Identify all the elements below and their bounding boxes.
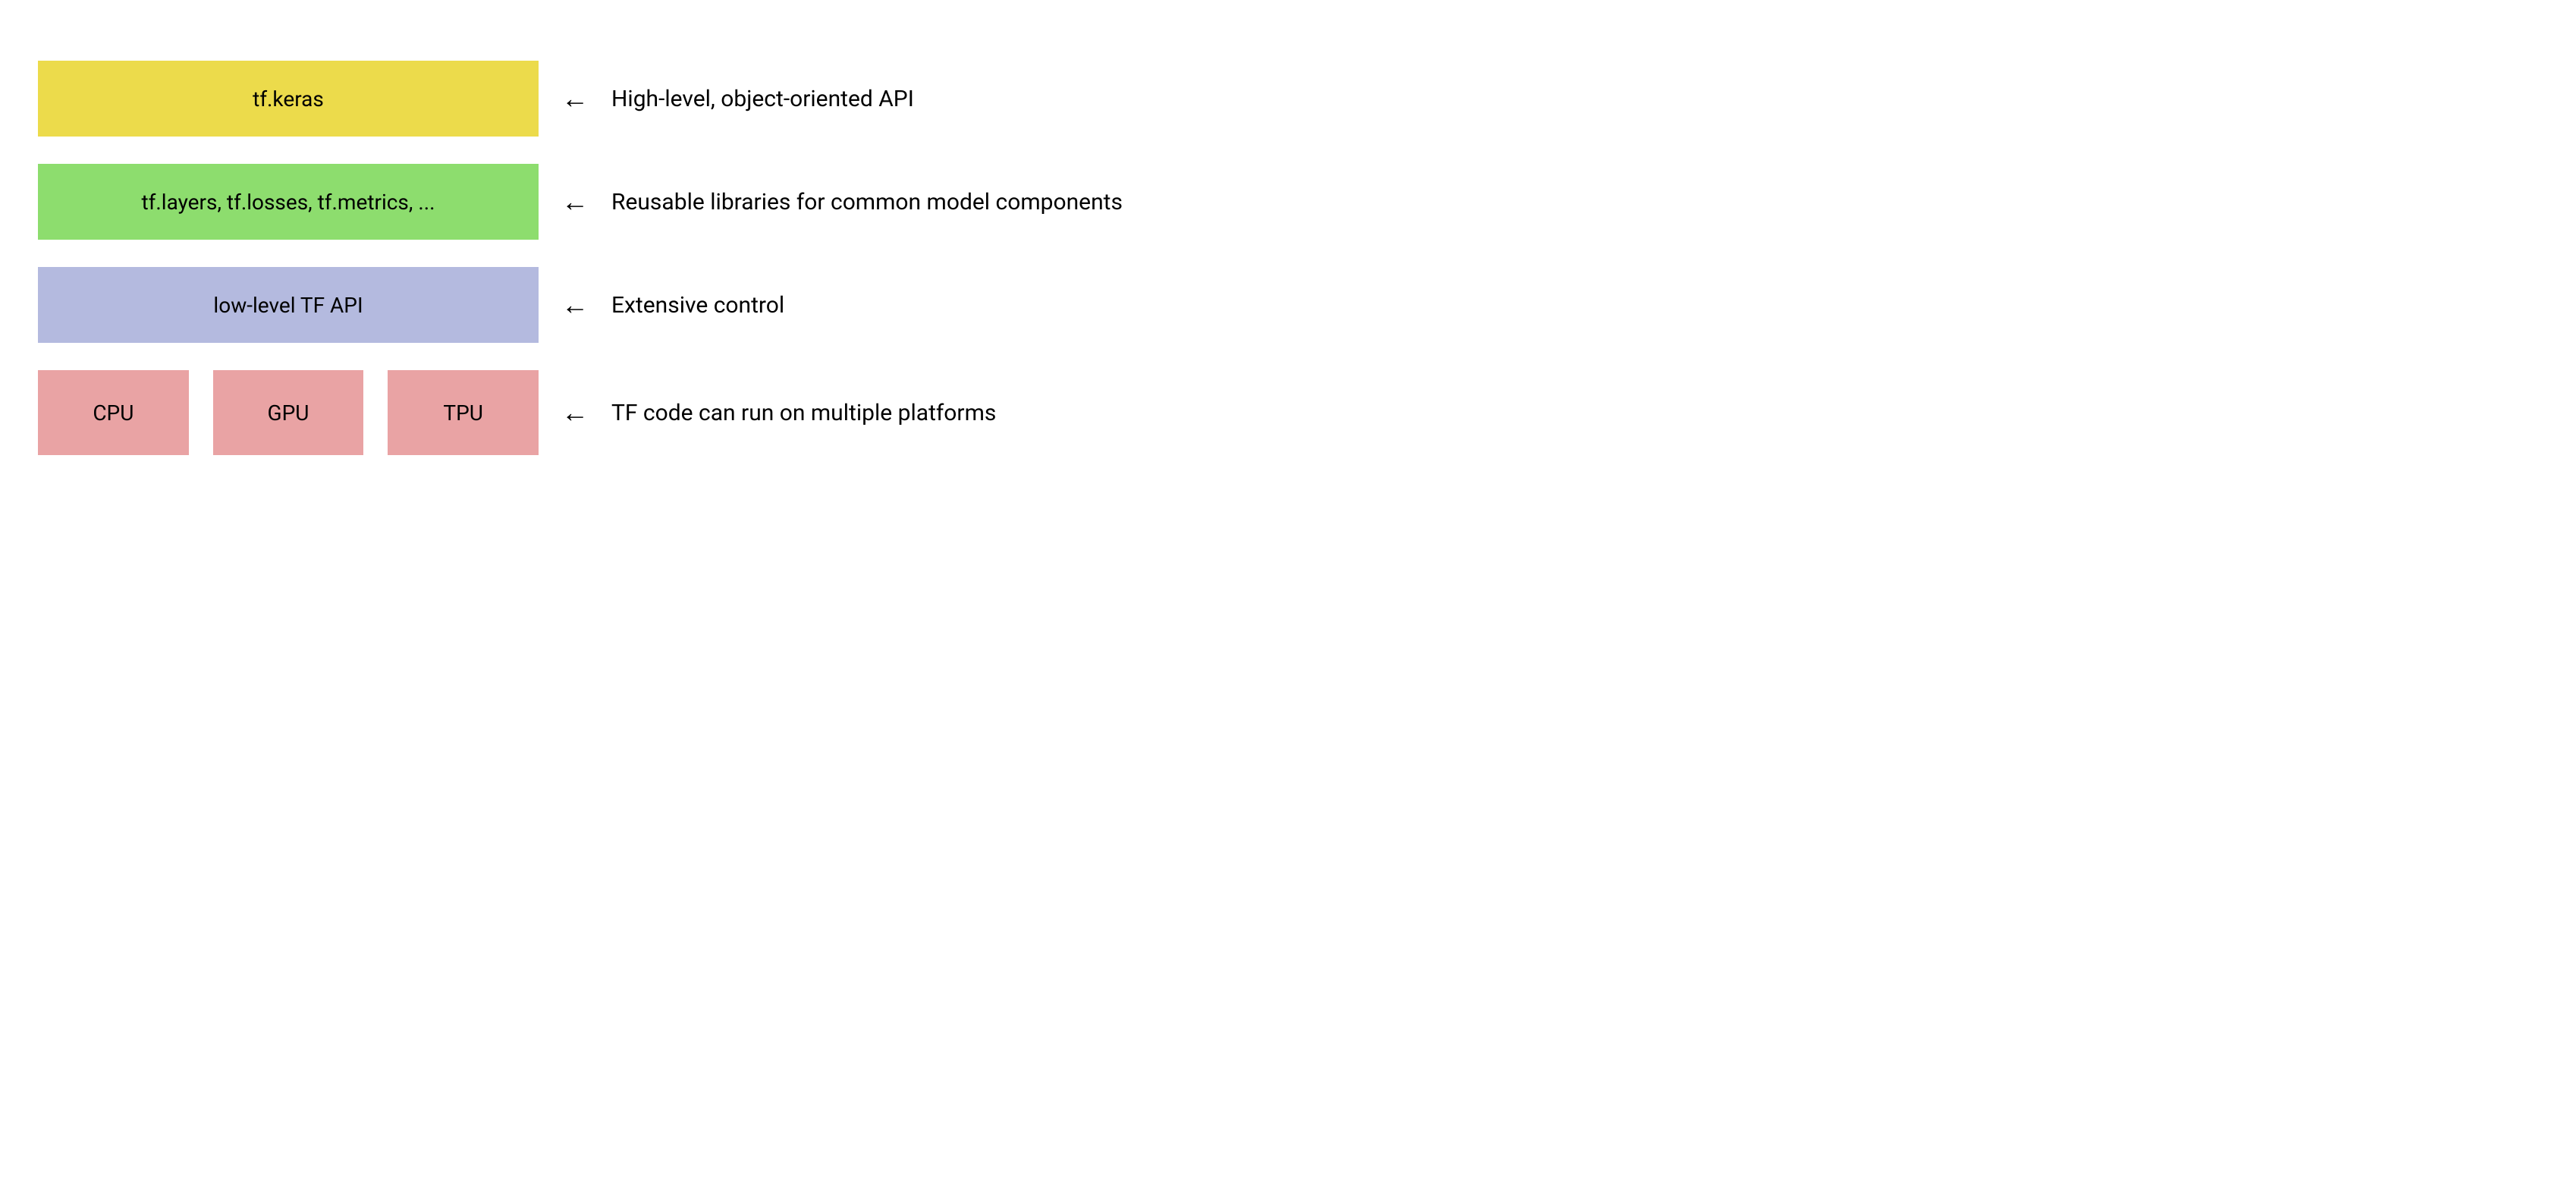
layer-label: tf.keras [253, 86, 324, 112]
layer-row-hardware: CPU GPU TPU ← TF code can run on multipl… [38, 370, 2538, 455]
hardware-label: CPU [93, 400, 134, 426]
hardware-block-wrapper: CPU GPU TPU [38, 370, 539, 455]
layer-description: High-level, object-oriented API [611, 86, 914, 112]
left-arrow-icon: ← [561, 188, 589, 215]
layer-block-wrapper: tf.layers, tf.losses, tf.metrics, ... [38, 164, 539, 240]
layer-label: low-level TF API [213, 293, 363, 318]
layer-description: Extensive control [611, 292, 784, 319]
hardware-label: TPU [443, 400, 483, 426]
layer-row-lowlevel: low-level TF API ← Extensive control [38, 267, 2538, 343]
left-arrow-icon: ← [561, 399, 589, 426]
hardware-description: TF code can run on multiple platforms [611, 400, 996, 426]
layer-description: Reusable libraries for common model comp… [611, 189, 1123, 215]
layer-block-wrapper: tf.keras [38, 61, 539, 137]
layer-label: tf.layers, tf.losses, tf.metrics, ... [142, 190, 435, 215]
layer-row-keras: tf.keras ← High-level, object-oriented A… [38, 61, 2538, 137]
diagram-container: tf.keras ← High-level, object-oriented A… [38, 61, 2538, 455]
hardware-block-tpu: TPU [388, 370, 539, 455]
left-arrow-icon: ← [561, 291, 589, 319]
layer-block-keras: tf.keras [38, 61, 539, 137]
hardware-label: GPU [268, 400, 309, 426]
layer-block-libraries: tf.layers, tf.losses, tf.metrics, ... [38, 164, 539, 240]
layer-block-wrapper: low-level TF API [38, 267, 539, 343]
left-arrow-icon: ← [561, 85, 589, 112]
hardware-block-cpu: CPU [38, 370, 189, 455]
hardware-block-gpu: GPU [213, 370, 364, 455]
layer-row-libraries: tf.layers, tf.losses, tf.metrics, ... ← … [38, 164, 2538, 240]
layer-block-lowlevel: low-level TF API [38, 267, 539, 343]
